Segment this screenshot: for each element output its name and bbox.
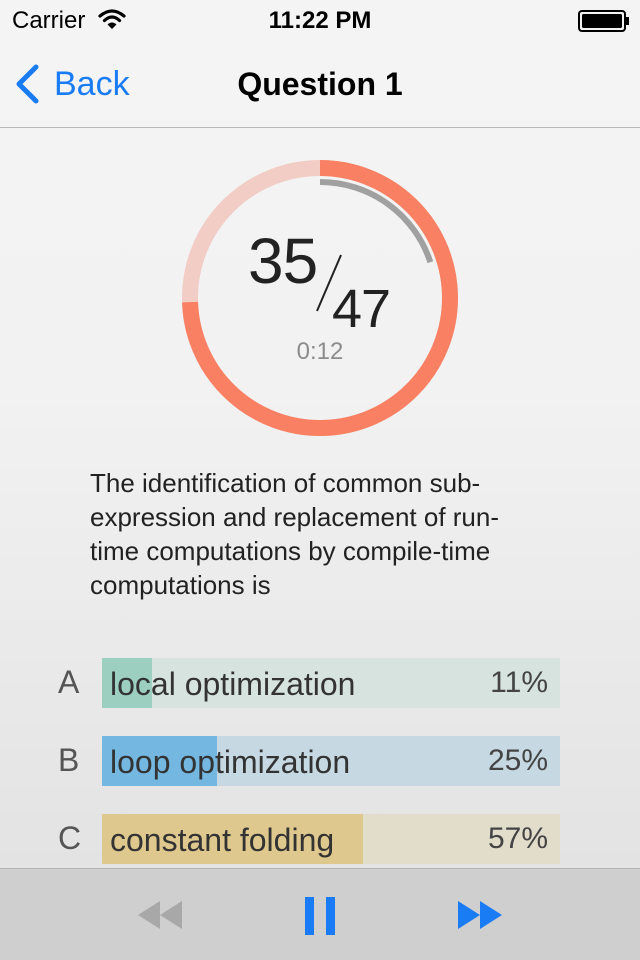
question-current-count: 35 <box>248 225 318 297</box>
answer-percent: 11% <box>490 666 548 699</box>
timer-label: 0:12 <box>296 338 344 365</box>
answer-bar: loop optimization 25% <box>102 736 560 786</box>
answer-letter: C <box>58 820 82 856</box>
rewind-icon[interactable] <box>134 891 186 939</box>
playback-toolbar <box>0 868 640 960</box>
timer-arc <box>319 179 434 264</box>
answer-option-c[interactable]: C constant folding 57% <box>58 814 562 866</box>
answer-percent: 25% <box>487 744 548 777</box>
status-bar: Carrier 11:22 PM <box>0 0 640 40</box>
battery-icon <box>578 10 629 32</box>
answer-letter: B <box>58 742 80 778</box>
pause-icon[interactable] <box>302 891 338 939</box>
answer-percent: 57% <box>487 822 548 855</box>
answer-label: constant folding <box>110 822 335 858</box>
answer-option-b[interactable]: B loop optimization 25% <box>58 736 562 788</box>
answer-letter: A <box>58 664 80 700</box>
navigation-bar: Back Question 1 <box>0 40 640 128</box>
question-total-count: 47 <box>332 279 391 339</box>
fast-forward-icon[interactable] <box>454 891 506 939</box>
answer-label: local optimization <box>110 666 356 702</box>
status-time: 11:22 PM <box>268 7 372 34</box>
question-text: The identification of common sub-express… <box>90 468 500 600</box>
answer-bar: local optimization 11% <box>102 658 560 708</box>
page-title: Question 1 <box>237 66 403 102</box>
answer-bar: constant folding 57% <box>102 814 560 864</box>
answer-label: loop optimization <box>110 744 351 780</box>
answer-option-a[interactable]: A local optimization 11% <box>58 658 562 710</box>
